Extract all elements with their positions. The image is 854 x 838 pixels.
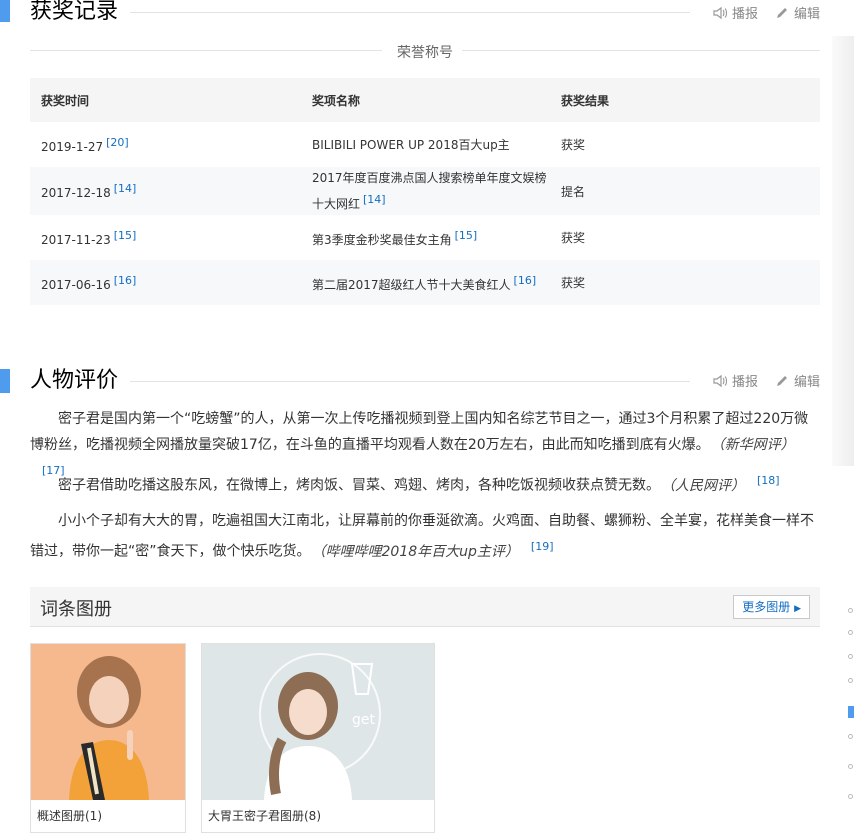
date-text: 2017-06-16 [41,277,111,292]
award-name: BILIBILI POWER UP 2018百大up主 [301,122,550,167]
reference-link[interactable]: [14] [114,182,137,195]
section-accent-bar [0,369,10,393]
column-header-result: 获奖结果 [550,78,820,122]
table-header-row: 获奖时间 奖项名称 获奖结果 [30,78,820,122]
table-row: 2017-11-23 [15] 第3季度金秒奖最佳女主角 [15] 获奖 [30,215,820,260]
pencil-icon [776,7,787,18]
reference-link[interactable]: [16] [514,274,537,287]
honor-subheader: 荣誉称号 [30,40,820,62]
edit-label: 编辑 [793,7,820,22]
awards-table: 获奖时间 奖项名称 获奖结果 2019-1-27 [20] BILIBILI PO… [30,78,820,305]
speaker-icon [713,374,728,387]
award-date: 2017-06-16 [16] [30,260,301,305]
awards-section-header: 获奖记录 播报 编辑 [0,0,820,30]
section-accent-bar [0,0,10,22]
person-photo-icon [31,644,185,800]
chevron-right-icon: ▶ [794,604,801,614]
page: 获奖记录 播报 编辑 荣誉称号 获奖时间 奖项名称 获奖结果 2019-1-27… [0,0,854,838]
column-header-award: 奖项名称 [301,78,550,122]
album-caption: 大胃王密子君图册(8) [208,809,321,823]
honor-label: 荣誉称号 [397,45,453,61]
reference-link[interactable]: [15] [455,229,478,242]
date-text: 2017-12-18 [41,186,111,200]
play-button[interactable]: 播报 [712,3,758,22]
reference-link[interactable]: [19] [531,540,554,553]
reference-link[interactable]: [14] [363,193,386,206]
play-button[interactable]: 播报 [712,371,758,390]
album-header: 词条图册 更多图册 ▶ [30,587,820,627]
evaluation-title: 人物评价 [30,367,127,395]
reference-link[interactable]: [15] [114,229,137,242]
table-row: 2019-1-27 [20] BILIBILI POWER UP 2018百大up… [30,122,820,167]
timeline-dots [848,604,854,804]
paragraph-text: 密子君借助吃播这股东风，在微博上，烤肉饭、冒菜、鸡翅、烤肉，各种吃饭视频收获点赞… [58,477,660,494]
award-name-text: BILIBILI POWER UP 2018百大up主 [312,137,510,152]
album-caption: 概述图册(1) [37,809,102,823]
pencil-icon [776,375,787,386]
side-panel-edge [832,36,854,466]
award-name-text: 第3季度金秒奖最佳女主角 [312,232,452,247]
award-date: 2017-11-23 [15] [30,215,301,260]
evaluation-paragraph: 小小个子却有大大的胃，吃遍祖国大江南北，让屏幕前的你垂涎欲滴。火鸡面、自助餐、螺… [30,508,820,565]
album-card[interactable]: get 大胃王密子君图册(8) [201,643,435,833]
awards-tools: 播报 编辑 [712,3,820,22]
more-albums-button[interactable]: 更多图册 ▶ [733,595,810,619]
award-date: 2017-12-18 [14] [30,167,301,215]
award-result: 提名 [550,167,820,215]
timeline-active-marker[interactable] [848,706,854,718]
evaluation-paragraph: 密子君借助吃播这股东风，在微博上，烤肉饭、冒菜、鸡翅、烤肉，各种吃饭视频收获点赞… [30,468,820,499]
album-card[interactable]: 概述图册(1) [30,643,186,833]
column-header-date: 获奖时间 [30,78,301,122]
award-name-text: 第二届2017超级红人节十大美食红人 [312,277,511,292]
edit-label: 编辑 [793,375,820,390]
award-name: 第3季度金秒奖最佳女主角 [15] [301,215,550,260]
award-result: 获奖 [550,260,820,305]
play-label: 播报 [731,7,758,22]
paragraph-source: （哔哩哔哩2018年百大up主评） [318,543,519,560]
award-result: 获奖 [561,231,586,245]
date-text: 2019-1-27 [41,139,104,154]
album-title: 词条图册 [40,599,112,620]
award-name: 2017年度百度沸点国人搜索榜单年度文娱榜十大网红 [14] [301,167,550,215]
reference-link[interactable]: [16] [114,274,137,287]
table-row: 2017-12-18 [14] 2017年度百度沸点国人搜索榜单年度文娱榜十大网红… [30,167,820,215]
honor-line-right [462,50,820,51]
award-result: 获奖 [561,138,586,152]
paragraph-text: 密子君是国内第一个“吃螃蟹”的人，从第一次上传吃播视频到登上国内知名综艺节目之一… [30,411,809,453]
person-photo-icon: get [202,644,434,800]
paragraph-source: （新华网评） [717,437,795,453]
edit-button[interactable]: 编辑 [774,3,820,22]
award-date: 2019-1-27 [20] [30,122,301,167]
evaluation-tools: 播报 编辑 [712,371,820,390]
more-albums-label: 更多图册 [742,600,791,614]
play-label: 播报 [731,375,758,390]
svg-text:get: get [352,712,376,728]
awards-title: 获奖记录 [30,0,127,26]
evaluation-section-header: 人物评价 播报 编辑 [0,367,820,397]
reference-link[interactable]: [20] [106,136,129,149]
date-text: 2017-11-23 [41,232,111,247]
reference-link[interactable]: [18] [757,474,780,487]
album-photo [31,644,185,800]
table-row: 2017-06-16 [16] 第二届2017超级红人节十大美食红人 [16] 获奖 [30,260,820,305]
section-divider [130,381,690,382]
album-photo: get [202,644,434,800]
award-name: 第二届2017超级红人节十大美食红人 [16] [301,260,550,305]
award-name-text: 2017年度百度沸点国人搜索榜单年度文娱榜十大网红 [312,171,547,211]
section-divider [130,12,690,13]
speaker-icon [713,6,728,19]
edit-button[interactable]: 编辑 [774,371,820,390]
paragraph-source: （人民网评） [668,477,745,494]
